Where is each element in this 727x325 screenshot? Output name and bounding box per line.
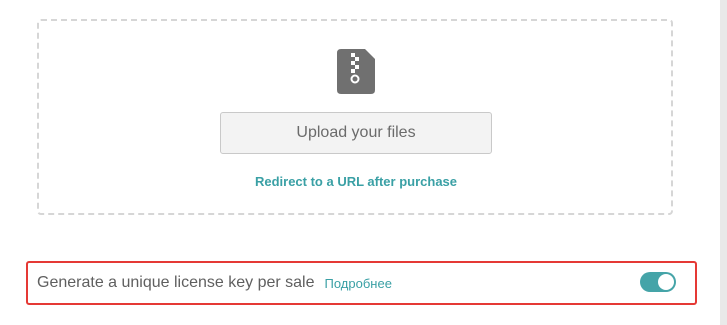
product-content-page: Upload your files Redirect to a URL afte… (0, 0, 727, 325)
license-key-setting: Generate a unique license key per sale П… (26, 261, 697, 305)
license-key-label: Generate a unique license key per sale (37, 274, 315, 291)
redirect-url-link[interactable]: Redirect to a URL after purchase (220, 174, 492, 189)
learn-more-link[interactable]: Подробнее (325, 276, 392, 291)
scrollbar-track[interactable] (720, 0, 727, 325)
upload-files-label: Upload your files (296, 124, 416, 141)
toggle-knob (658, 274, 674, 290)
license-key-toggle[interactable] (640, 272, 676, 292)
zip-file-icon (337, 49, 375, 94)
upload-files-button[interactable]: Upload your files (220, 112, 492, 154)
